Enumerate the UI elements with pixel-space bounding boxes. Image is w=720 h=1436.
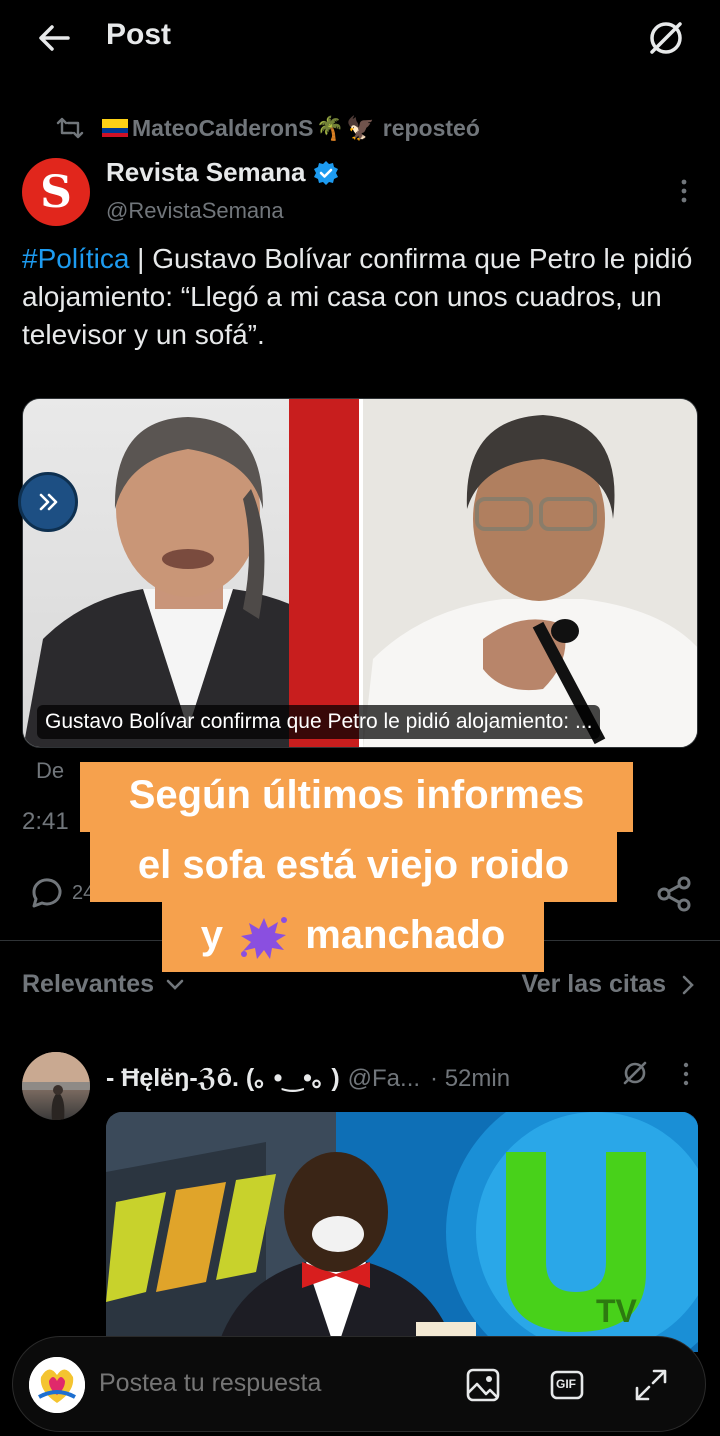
grok-button[interactable] [642, 14, 690, 62]
image-icon [466, 1368, 500, 1402]
back-button[interactable] [30, 14, 78, 62]
repost-user: MateoCalderonS [132, 114, 314, 141]
tweet-text: #Política | Gustavo Bolívar confirma que… [22, 240, 702, 354]
grok-icon [650, 22, 682, 54]
overlay-line-3-pre: y [200, 913, 223, 957]
reply-composer[interactable]: GIF [12, 1336, 706, 1432]
media-caption: Gustavo Bolívar confirma que Petro le pi… [37, 705, 601, 739]
video-caption-overlay: Según últimos informes el sofa está viej… [0, 760, 720, 980]
chevron-down-icon [166, 979, 184, 990]
reply-avatar[interactable] [22, 1052, 90, 1120]
reply-input[interactable] [99, 1369, 399, 1398]
reply-author-handle: @Fa... [347, 1065, 421, 1092]
more-vertical-icon [681, 179, 687, 203]
author-avatar[interactable]: S [22, 158, 90, 226]
reply-media-video[interactable]: TV [106, 1112, 698, 1352]
reply-grok-button[interactable] [620, 1058, 650, 1088]
repost-icon [56, 117, 84, 139]
repost-suffix: reposteó [382, 114, 480, 141]
reply-author-name: - Ħęlëŋ-ℨȏ. (｡ •‿•｡ ) [106, 1064, 340, 1092]
user-avatar[interactable] [29, 1357, 85, 1413]
link-card-media[interactable]: Gustavo Bolívar confirma que Petro le pi… [22, 398, 698, 748]
photo-bolivar [23, 399, 359, 747]
author-handle: @RevistaSemana [106, 198, 284, 223]
hashtag-link[interactable]: #Política [22, 243, 129, 274]
more-options-button[interactable] [672, 176, 696, 206]
gif-button[interactable]: GIF [549, 1367, 585, 1403]
gif-label: GIF [556, 1377, 576, 1391]
avatar-letter: S [40, 166, 72, 218]
eagle-icon: 🦅 [346, 114, 375, 141]
splash-icon [241, 917, 288, 960]
repost-indicator[interactable]: MateoCalderonS 🌴 🦅 reposteó [56, 110, 480, 146]
colombia-flag-icon [102, 119, 128, 137]
expand-icon [635, 1369, 667, 1401]
reply-time: · 52min [430, 1065, 511, 1092]
verified-badge-icon [314, 160, 339, 185]
overlay-line-3-post: manchado [305, 913, 506, 957]
photo-petro [363, 399, 697, 747]
overlay-line-2: el sofa está viejo roido [90, 832, 617, 902]
page-title: Post [106, 18, 172, 51]
reply-author[interactable]: - Ħęlëŋ-ℨȏ. (｡ •‿•｡ ) @Fa... · 52min [106, 1058, 510, 1094]
top-bar: Post [0, 0, 720, 80]
expand-button[interactable] [633, 1367, 669, 1403]
palm-tree-icon: 🌴 [315, 114, 345, 141]
author-name[interactable]: Revista Semana [106, 157, 339, 188]
double-chevron-right-icon [39, 493, 58, 511]
media-button[interactable] [465, 1367, 501, 1403]
reply-more-button[interactable] [676, 1060, 696, 1088]
svg-text:TV: TV [596, 1293, 638, 1329]
arrow-left-icon [39, 25, 70, 51]
more-vertical-icon [683, 1062, 689, 1086]
grok-icon [623, 1061, 647, 1085]
overlay-line-1: Según últimos informes [80, 762, 633, 832]
fast-forward-button[interactable] [18, 472, 78, 532]
author-name-text: Revista Semana [106, 157, 306, 187]
overlay-line-3: y manchado [162, 902, 544, 972]
